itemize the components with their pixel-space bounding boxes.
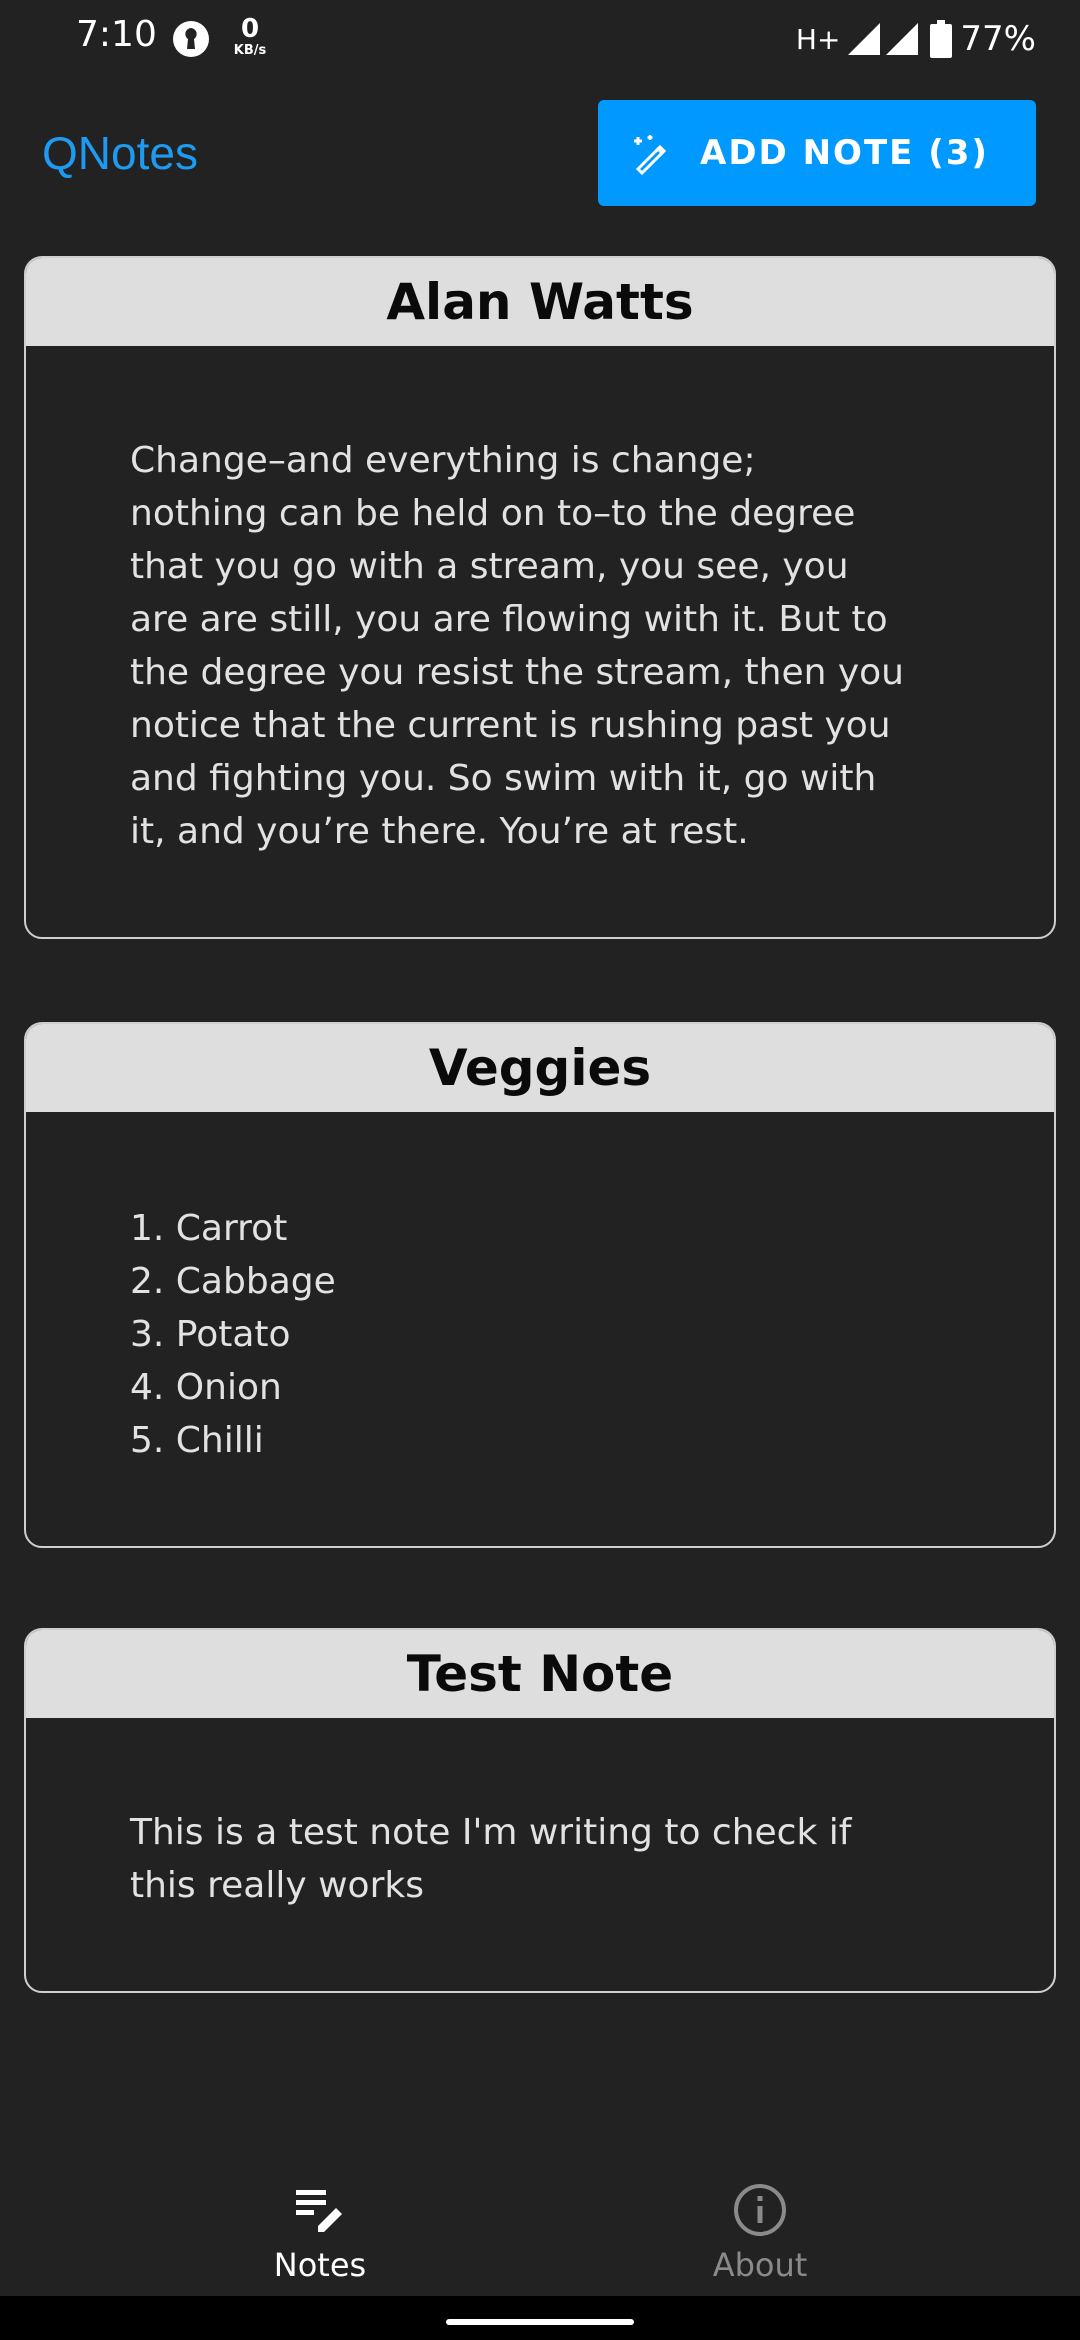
notes-edit-icon <box>296 2190 342 2232</box>
battery-icon <box>930 20 953 58</box>
network-speed-value: 0 <box>240 14 260 44</box>
note-body: Change–and everything is change; nothing… <box>130 440 904 852</box>
note-body: 1. Carrot 2. Cabbage 3. Potato 4. Onion … <box>130 1208 336 1461</box>
battery-percent: 77% <box>960 19 1036 59</box>
note-card[interactable]: Test Note This is a test note I'm writin… <box>24 1628 1056 1993</box>
note-title: Test Note <box>26 1630 1054 1718</box>
nav-item-notes[interactable]: Notes <box>170 2182 470 2284</box>
add-note-label: ADD NOTE (3) <box>700 133 989 173</box>
status-icons: H+ 77% <box>796 14 1036 64</box>
nav-label-about: About <box>712 2246 808 2284</box>
network-speed-unit: KB/s <box>233 43 267 58</box>
note-card[interactable]: Alan Watts Change–and everything is chan… <box>24 256 1056 939</box>
status-time: 7:10 <box>76 14 157 55</box>
gesture-navigation-area <box>0 2296 1080 2340</box>
signal-strength-icon-2 <box>886 23 919 55</box>
note-title: Veggies <box>26 1024 1054 1112</box>
nav-label-notes: Notes <box>273 2246 367 2284</box>
info-icon <box>734 2184 786 2236</box>
note-title: Alan Watts <box>26 258 1054 346</box>
note-body: This is a test note I'm writing to check… <box>130 1812 852 1906</box>
nav-item-about[interactable]: About <box>610 2182 910 2284</box>
note-card[interactable]: Veggies 1. Carrot 2. Cabbage 3. Potato 4… <box>24 1022 1056 1548</box>
status-bar: 7:10 0 KB/s H+ 77% <box>0 0 1080 80</box>
network-speed-indicator: 0 KB/s <box>230 16 270 57</box>
gesture-handle[interactable] <box>446 2319 634 2325</box>
app-notification-icon <box>173 21 209 57</box>
network-type: H+ <box>795 22 841 56</box>
bottom-navigation: Notes About <box>0 2150 1080 2295</box>
magic-edit-icon <box>634 135 667 175</box>
signal-strength-icon <box>848 23 881 55</box>
add-note-button[interactable]: ADD NOTE (3) <box>598 100 1036 206</box>
app-title: QNotes <box>42 127 198 179</box>
